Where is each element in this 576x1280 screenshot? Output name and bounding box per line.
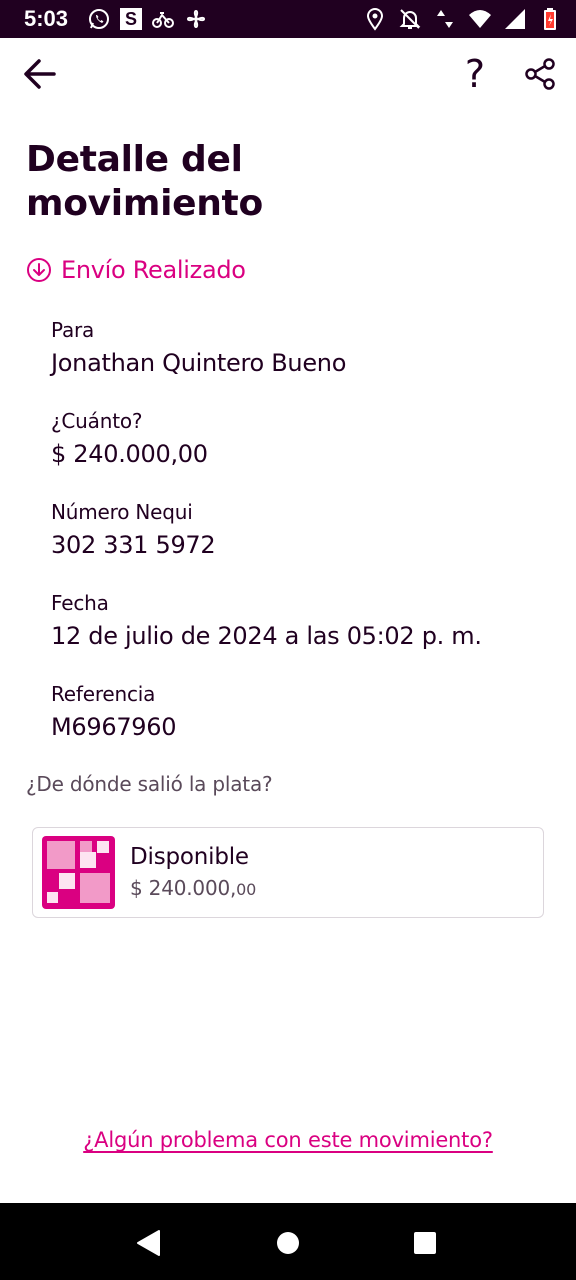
whatsapp-icon bbox=[87, 7, 111, 31]
bike-icon bbox=[151, 7, 175, 31]
arrow-left-icon bbox=[24, 59, 56, 89]
source-question: ¿De dónde salió la plata? bbox=[26, 772, 273, 796]
account-balance: $ 240.000,00 bbox=[130, 876, 256, 900]
balance-cents: 00 bbox=[236, 880, 257, 899]
circle-home-icon bbox=[277, 1232, 299, 1254]
arrow-circle-down-icon bbox=[27, 258, 51, 282]
bell-off-icon bbox=[398, 7, 422, 31]
battery-icon bbox=[538, 7, 562, 31]
account-name: Disponible bbox=[130, 844, 249, 870]
field-label: Para bbox=[51, 318, 95, 342]
report-problem-link[interactable]: ¿Algún problema con este movimiento? bbox=[0, 1128, 576, 1152]
location-icon bbox=[363, 7, 387, 31]
wifi-icon bbox=[468, 7, 492, 31]
field-label: ¿Cuánto? bbox=[51, 409, 143, 433]
signal-icon bbox=[503, 7, 527, 31]
status-time: 5:03 bbox=[24, 6, 69, 31]
field-value: $ 240.000,00 bbox=[51, 440, 208, 468]
fan-icon bbox=[184, 7, 208, 31]
field-label: Número Nequi bbox=[51, 500, 193, 524]
field-referencia: Referencia M6967960 bbox=[51, 680, 177, 744]
data-arrows-icon bbox=[433, 7, 457, 31]
field-cuanto: ¿Cuánto? $ 240.000,00 bbox=[51, 407, 208, 471]
triangle-back-icon bbox=[137, 1230, 160, 1256]
field-value: Jonathan Quintero Bueno bbox=[51, 349, 347, 377]
status-left: 5:03 S bbox=[24, 6, 208, 32]
field-fecha: Fecha 12 de julio de 2024 a las 05:02 p.… bbox=[51, 589, 482, 653]
movement-status: Envío Realizado bbox=[26, 256, 246, 284]
s-app-icon: S bbox=[120, 8, 143, 30]
page-title: Detalle del movimiento bbox=[26, 139, 263, 224]
status-bar: 5:03 S bbox=[0, 0, 576, 38]
balance-main: $ 240.000, bbox=[130, 876, 237, 900]
field-label: Fecha bbox=[51, 591, 109, 615]
field-value: 12 de julio de 2024 a las 05:02 p. m. bbox=[51, 622, 482, 650]
status-right bbox=[363, 7, 562, 31]
back-button[interactable] bbox=[18, 52, 62, 96]
share-button[interactable] bbox=[518, 52, 562, 96]
field-value: M6967960 bbox=[51, 713, 177, 741]
field-value: 302 331 5972 bbox=[51, 531, 216, 559]
share-icon bbox=[525, 58, 555, 90]
nav-back-button[interactable] bbox=[130, 1225, 166, 1261]
field-numero-nequi: Número Nequi 302 331 5972 bbox=[51, 498, 216, 562]
account-card[interactable]: Disponible $ 240.000,00 bbox=[32, 827, 544, 918]
nav-home-button[interactable] bbox=[270, 1225, 306, 1261]
help-button[interactable]: ? bbox=[455, 50, 495, 98]
status-text: Envío Realizado bbox=[61, 256, 246, 284]
system-nav-bar bbox=[0, 1203, 576, 1280]
nav-recents-button[interactable] bbox=[407, 1225, 443, 1261]
square-recents-icon bbox=[414, 1232, 436, 1254]
field-para: Para Jonathan Quintero Bueno bbox=[51, 316, 346, 380]
app-bar: ? bbox=[0, 38, 576, 110]
nequi-squares-logo bbox=[42, 836, 115, 909]
field-label: Referencia bbox=[51, 682, 156, 706]
